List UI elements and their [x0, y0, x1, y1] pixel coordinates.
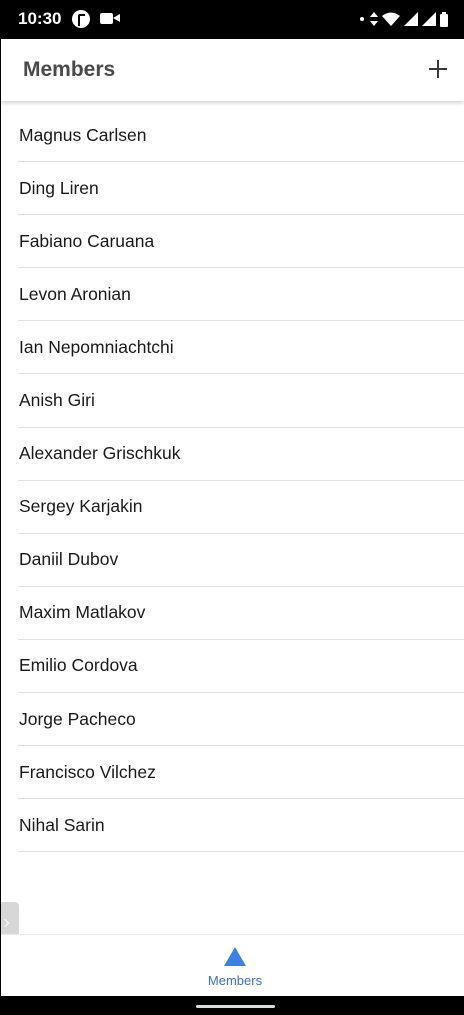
bottom-nav: Members	[1, 934, 464, 996]
status-bar: 10:30	[0, 0, 464, 39]
triangle-icon	[224, 947, 246, 966]
page-title: Members	[23, 58, 116, 81]
list-item[interactable]: Alexander Grischkuk	[18, 428, 464, 481]
list-item[interactable]: Jorge Pacheco	[18, 693, 464, 747]
list-item[interactable]: Levon Aronian	[18, 268, 464, 322]
list-item[interactable]: Anish Giri	[18, 374, 464, 428]
app-notification-icon	[72, 10, 90, 28]
list-item[interactable]: Maxim Matlakov	[18, 587, 464, 640]
wifi-icon	[382, 12, 400, 26]
notification-dot-icon	[360, 17, 364, 21]
signal-icon	[422, 12, 436, 26]
video-camera-icon	[100, 13, 120, 24]
gesture-bar[interactable]	[196, 1005, 275, 1008]
signal-icon	[404, 12, 418, 26]
battery-icon	[440, 11, 448, 27]
status-time: 10:30	[18, 9, 62, 28]
app-header: Members	[1, 39, 464, 101]
list-item[interactable]: Daniil Dubov	[18, 534, 464, 587]
list-item[interactable]: Fabiano Caruana	[18, 215, 464, 269]
list-item[interactable]: Francisco Vilchez	[18, 746, 464, 800]
nav-item-label: Members	[207, 973, 263, 988]
list-item[interactable]: Sergey Karjakin	[18, 481, 464, 534]
list-item[interactable]: Emilio Cordova	[18, 640, 464, 694]
nav-item-members[interactable]: Members	[196, 935, 274, 996]
list-item[interactable]: Magnus Carlsen	[18, 109, 464, 163]
status-icons	[370, 10, 448, 28]
app-screen: Members Magnus Carlsen Ding Liren Fabian…	[1, 39, 464, 996]
list-item[interactable]: Ian Nepomniachtchi	[18, 321, 464, 375]
list-item[interactable]: Ding Liren	[18, 162, 464, 216]
data-arrows-icon	[370, 12, 378, 26]
member-list: Magnus Carlsen Ding Liren Fabiano Caruan…	[18, 109, 464, 853]
list-item[interactable]: Nihal Sarin	[18, 799, 464, 853]
add-member-button[interactable]	[426, 57, 450, 81]
